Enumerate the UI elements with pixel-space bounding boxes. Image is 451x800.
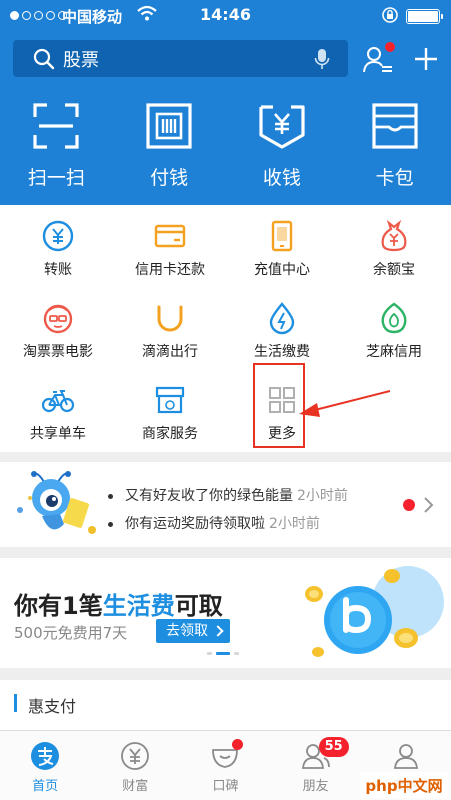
tab-koubei[interactable]: 口碑 xyxy=(180,731,270,800)
service-yuebao[interactable]: 余额宝 xyxy=(338,209,450,291)
service-label: 商家服务 xyxy=(142,426,198,442)
pay-label: 付钱 xyxy=(150,167,189,189)
service-label: 芝麻信用 xyxy=(366,344,422,360)
card-wallet-button[interactable]: 卡包 xyxy=(338,98,451,198)
tab-label: 口碑 xyxy=(212,779,239,794)
bicycle-icon xyxy=(41,390,75,413)
notice-time: 2小时前 xyxy=(269,516,320,532)
notice-item[interactable]: 你有运动奖励待领取啦 2小时前 xyxy=(108,513,320,533)
service-label: 滴滴出行 xyxy=(142,344,198,360)
red-arrow-annotation xyxy=(299,390,391,417)
section-title: 惠支付 xyxy=(28,697,77,716)
tab-label: 财富 xyxy=(122,779,149,794)
unread-dot xyxy=(403,499,415,511)
coins-bubble-illustration xyxy=(305,566,444,657)
status-bar: 中国移动 14:46 xyxy=(0,0,451,32)
tab-label: 首页 xyxy=(32,779,59,794)
claim-button[interactable]: 去领取 xyxy=(156,619,230,643)
service-recharge[interactable]: 充值中心 xyxy=(226,209,338,291)
rotation-lock-icon xyxy=(382,7,398,23)
service-bike[interactable]: 共享单车 xyxy=(2,373,114,455)
yuan-receive-icon xyxy=(259,105,305,149)
section-accent xyxy=(14,694,17,712)
scan-label: 扫一扫 xyxy=(27,167,85,189)
battery-icon xyxy=(406,9,443,24)
tab-label: 朋友 xyxy=(302,779,329,794)
notification-dot xyxy=(385,42,395,52)
receive-label: 收钱 xyxy=(262,167,301,189)
service-label: 充值中心 xyxy=(254,262,310,278)
top-header: 中国移动 14:46 股票 扫一扫 付钱 收钱 卡包 xyxy=(0,0,451,205)
alipay-home-icon xyxy=(31,742,60,770)
scan-icon xyxy=(33,103,79,149)
sesame-credit-icon xyxy=(381,302,407,334)
service-didi[interactable]: 滴滴出行 xyxy=(114,291,226,373)
barcode-pay-icon xyxy=(146,103,192,149)
notification-card[interactable]: 又有好友收了你的绿色能量 2小时前 你有运动奖励待领取啦 2小时前 xyxy=(0,462,451,547)
microphone-icon[interactable] xyxy=(314,48,330,70)
chevron-right-icon xyxy=(424,497,434,513)
service-label: 共享单车 xyxy=(30,426,86,442)
notice-time: 2小时前 xyxy=(297,488,348,504)
card-wallet-label: 卡包 xyxy=(375,167,414,189)
friends-badge: 55 xyxy=(318,737,349,757)
utility-drop-icon xyxy=(269,302,295,335)
yuan-circle-icon xyxy=(121,742,150,770)
search-icon xyxy=(33,48,55,69)
notice-text: 又有好友收了你的绿色能量 xyxy=(125,488,293,504)
search-input[interactable]: 股票 xyxy=(63,46,314,72)
receive-button[interactable]: 收钱 xyxy=(226,98,339,198)
service-label: 余额宝 xyxy=(373,262,415,278)
service-credit-card[interactable]: 信用卡还款 xyxy=(114,209,226,291)
banner-subtitle: 500元免费用7天 xyxy=(14,624,128,642)
merchant-icon xyxy=(155,386,185,414)
notice-item[interactable]: 又有好友收了你的绿色能量 2小时前 xyxy=(108,485,348,505)
ant-mascot-icon xyxy=(17,471,96,534)
tab-home[interactable]: 首页 xyxy=(0,731,90,800)
profile-icon xyxy=(393,744,418,769)
huizhifu-section: 惠支付 xyxy=(0,680,451,730)
money-bag-icon xyxy=(381,219,407,252)
card-wallet-icon xyxy=(372,103,418,149)
credit-card-icon xyxy=(154,224,186,248)
promo-banner[interactable]: 你有1笔生活费可取 500元免费用7天 去领取 xyxy=(0,558,451,668)
phone-recharge-icon xyxy=(271,220,293,252)
service-label: 转账 xyxy=(44,262,72,278)
service-movie[interactable]: 淘票票电影 xyxy=(2,291,114,373)
tab-wealth[interactable]: 财富 xyxy=(90,731,180,800)
pay-button[interactable]: 付钱 xyxy=(113,98,226,198)
service-label: 淘票票电影 xyxy=(23,344,93,360)
primary-actions: 扫一扫 付钱 收钱 卡包 xyxy=(0,98,451,198)
service-merchant[interactable]: 商家服务 xyxy=(114,373,226,455)
banner-pager xyxy=(207,652,239,655)
koubei-dot xyxy=(232,739,244,750)
contacts-button[interactable] xyxy=(361,42,395,76)
transfer-icon xyxy=(42,220,74,252)
movie-mascot-icon xyxy=(43,304,73,334)
notice-text: 你有运动奖励待领取啦 xyxy=(125,516,265,532)
service-transfer[interactable]: 转账 xyxy=(2,209,114,291)
service-utilities[interactable]: 生活缴费 xyxy=(226,291,338,373)
didi-icon xyxy=(157,305,183,332)
site-watermark: php中文网 xyxy=(360,772,448,798)
tab-friends[interactable]: 55 朋友 xyxy=(271,731,361,800)
watermark-text: php中文网 xyxy=(365,776,443,795)
service-label: 生活缴费 xyxy=(254,344,310,360)
banner-title: 你有1笔生活费可取 xyxy=(14,592,223,620)
search-bar[interactable]: 股票 xyxy=(13,40,348,77)
add-plus-icon[interactable] xyxy=(413,46,439,72)
service-sesame[interactable]: 芝麻信用 xyxy=(338,291,450,373)
service-label: 信用卡还款 xyxy=(135,262,205,278)
scan-button[interactable]: 扫一扫 xyxy=(0,98,113,198)
